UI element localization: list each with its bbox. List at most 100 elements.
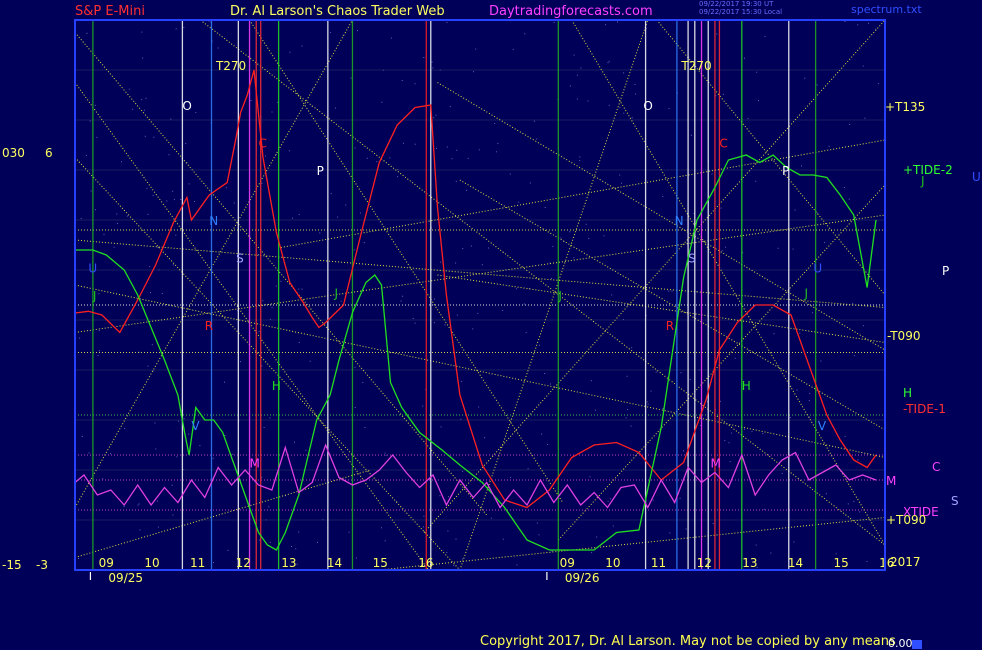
- star-dot: [621, 182, 622, 184]
- left-scale-b-bottom: -3: [36, 558, 48, 572]
- star-dot: [792, 248, 794, 250]
- planet-marker-j: J: [803, 287, 808, 301]
- planet-marker-u: U: [88, 262, 97, 276]
- star-dot: [781, 472, 783, 474]
- label-year: 2017: [890, 555, 921, 569]
- x-tick-label: 14: [788, 556, 803, 570]
- star-dot: [553, 21, 555, 23]
- star-dot: [354, 147, 356, 149]
- star-dot: [147, 365, 149, 367]
- star-dot: [116, 223, 118, 224]
- star-dot: [646, 401, 648, 403]
- star-dot: [494, 122, 496, 124]
- star-dot: [853, 355, 855, 357]
- star-dot: [390, 37, 392, 39]
- star-dot: [444, 324, 446, 326]
- label-u: U: [972, 170, 981, 184]
- star-dot: [269, 417, 271, 419]
- star-dot: [668, 108, 670, 110]
- star-dot: [764, 35, 766, 37]
- star-dot: [619, 174, 621, 176]
- star-dot: [384, 452, 386, 454]
- star-dot: [185, 143, 187, 145]
- star-dot: [668, 290, 670, 292]
- star-dot: [796, 389, 798, 391]
- star-dot: [589, 476, 591, 478]
- timestamp-local: 09/22/2017 15:30 Local: [699, 8, 783, 16]
- site-link[interactable]: Daytradingforecasts.com: [489, 4, 653, 19]
- star-dot: [655, 371, 657, 373]
- star-dot: [355, 557, 357, 559]
- label-j: J: [921, 174, 925, 188]
- star-dot: [301, 288, 303, 290]
- star-dot: [852, 302, 854, 304]
- star-dot: [626, 375, 628, 377]
- star-dot: [755, 180, 757, 182]
- star-dot: [770, 552, 772, 554]
- star-dot: [309, 360, 311, 362]
- star-dot: [153, 136, 155, 138]
- star-dot: [662, 196, 664, 197]
- star-dot: [180, 199, 182, 200]
- planet-marker-u: U: [813, 262, 822, 276]
- star-dot: [747, 118, 749, 120]
- star-dot: [170, 118, 172, 120]
- star-dot: [152, 194, 154, 196]
- star-dot: [627, 409, 629, 410]
- star-dot: [844, 21, 846, 22]
- star-dot: [576, 74, 578, 76]
- star-dot: [793, 541, 795, 543]
- star-dot: [679, 497, 681, 499]
- star-dot: [422, 405, 424, 407]
- star-dot: [868, 22, 869, 24]
- star-dot: [337, 216, 339, 218]
- star-dot: [724, 439, 726, 441]
- star-dot: [536, 138, 538, 140]
- star-dot: [317, 541, 318, 543]
- left-scale-a-top: 030: [2, 146, 25, 160]
- star-dot: [812, 312, 813, 314]
- star-dot: [113, 246, 115, 248]
- star-dot: [497, 142, 499, 144]
- page-title: Dr. Al Larson's Chaos Trader Web: [230, 4, 445, 19]
- star-dot: [820, 360, 822, 362]
- star-dot: [744, 428, 746, 430]
- planet-marker-h: H: [742, 379, 751, 393]
- star-dot: [227, 549, 229, 551]
- star-dot: [289, 51, 291, 53]
- x-tick-label: 09: [99, 556, 114, 570]
- star-dot: [623, 112, 625, 114]
- star-dot: [294, 441, 295, 443]
- star-dot: [588, 238, 590, 239]
- star-dot: [194, 201, 196, 202]
- star-dot: [335, 107, 336, 109]
- star-dot: [262, 300, 264, 302]
- star-dot: [635, 93, 636, 95]
- star-dot: [647, 403, 649, 405]
- star-dot: [456, 149, 458, 151]
- star-dot: [843, 187, 845, 188]
- corner-square-icon[interactable]: [912, 640, 922, 649]
- star-dot: [731, 432, 733, 434]
- star-dot: [596, 536, 598, 538]
- x-tick-label: 11: [651, 556, 666, 570]
- star-dot: [144, 135, 146, 137]
- star-dot: [89, 120, 91, 122]
- star-dot: [350, 77, 352, 79]
- star-dot: [495, 151, 497, 153]
- star-dot: [81, 436, 83, 437]
- fan-line: [199, 19, 886, 546]
- star-dot: [233, 202, 235, 204]
- star-dot: [472, 328, 474, 330]
- star-dot: [729, 461, 731, 463]
- series-tide-1: [74, 69, 877, 509]
- star-dot: [126, 215, 128, 217]
- star-dot: [847, 503, 849, 505]
- label-h: H: [903, 386, 913, 400]
- star-dot: [183, 27, 185, 28]
- star-dot: [609, 498, 611, 500]
- fan-line: [74, 157, 461, 571]
- star-dot: [552, 246, 554, 247]
- star-dot: [128, 88, 130, 90]
- x-tick-label: 14: [327, 556, 342, 570]
